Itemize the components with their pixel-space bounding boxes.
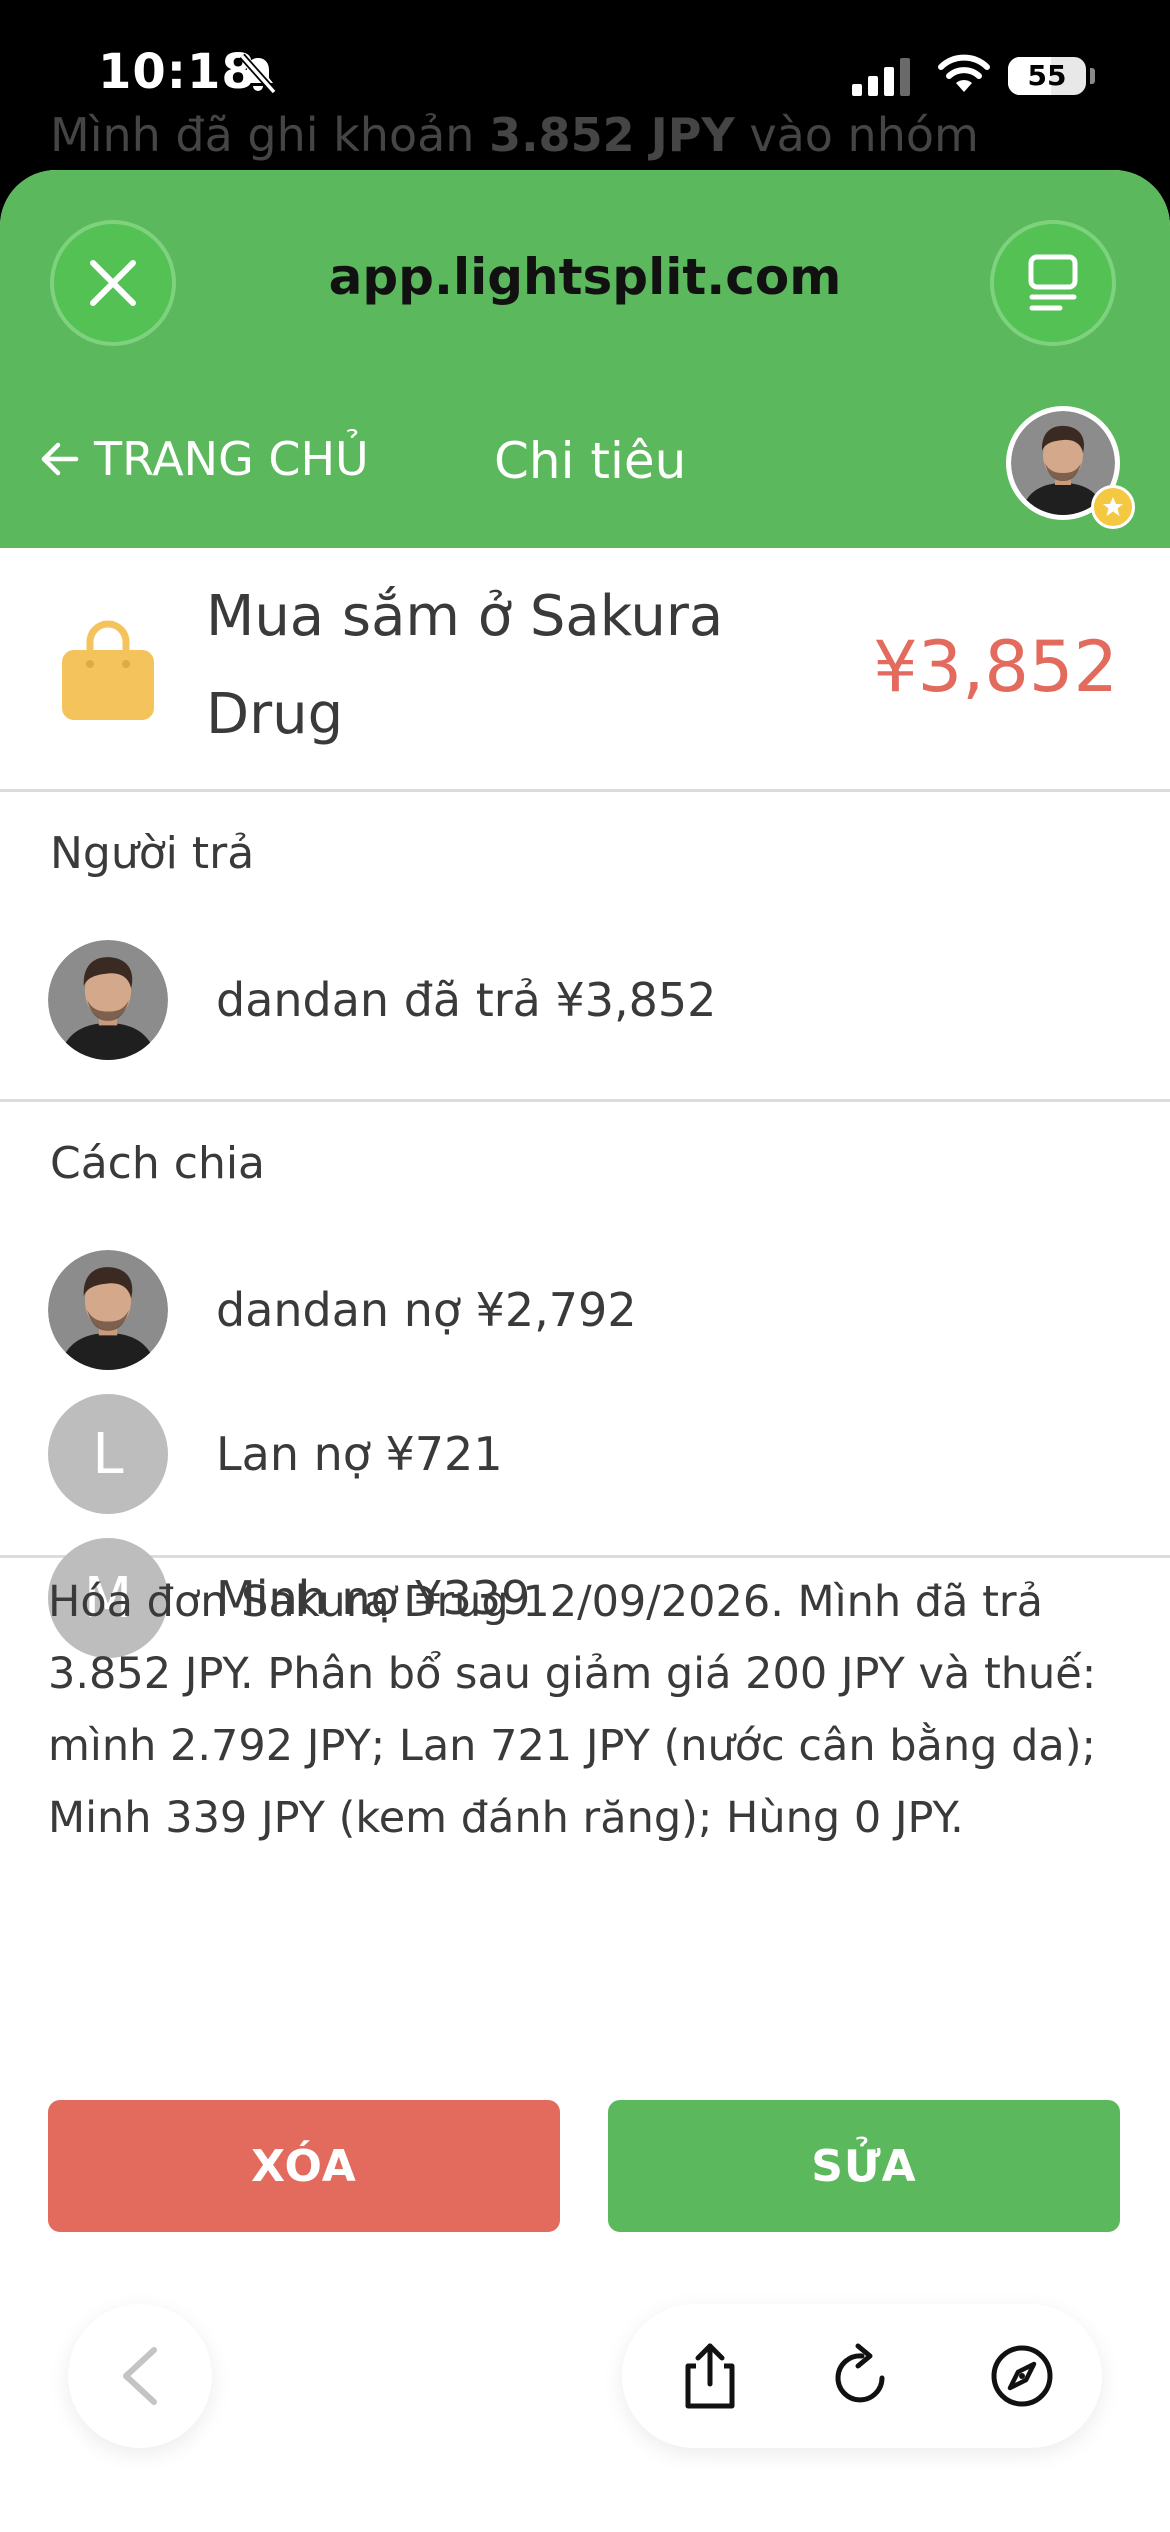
user-avatar-button[interactable]: [1006, 406, 1135, 529]
compass-icon[interactable]: [988, 2342, 1056, 2410]
person-photo-icon: [48, 940, 168, 1060]
star-icon: [1103, 497, 1123, 516]
page-title: Chi tiêu: [494, 432, 687, 490]
edit-button[interactable]: SỬA: [608, 2100, 1120, 2232]
tabs-button[interactable]: [990, 220, 1116, 346]
status-bar: 10:18 55 Mình đã ghi khoản 3.852 JPY vào…: [0, 0, 1170, 162]
chevron-left-icon: [123, 2347, 157, 2405]
split-section: Cách chia dandan nợ ¥2,792 L Lan nợ ¥721…: [0, 1102, 1170, 1658]
payer-text: dandan đã trả ¥3,852: [216, 973, 717, 1027]
split-section-title: Cách chia: [50, 1138, 266, 1189]
bell-slash-icon: [239, 53, 277, 95]
screen: 10:18 55 Mình đã ghi khoản 3.852 JPY vào…: [0, 0, 1170, 2532]
background-message-amount: 3.852 JPY: [489, 108, 735, 162]
expense-title: Mua sắm ở Sakura Drug: [206, 584, 724, 747]
avatar: [48, 940, 168, 1060]
split-row: dandan nợ ¥2,792: [48, 1250, 1118, 1370]
payer-section-title: Người trả: [50, 828, 255, 879]
background-message: Mình đã ghi khoản 3.852 JPY vào nhóm: [50, 108, 979, 162]
expense-amount: ¥3,852: [873, 626, 1118, 708]
browser-back-button[interactable]: [68, 2304, 212, 2448]
browser-sheet: app.lightsplit.com TRANG CHỦ Chi tiêu Mu…: [0, 170, 1170, 2532]
app-header: app.lightsplit.com TRANG CHỦ Chi tiêu: [0, 170, 1170, 548]
back-home-label: TRANG CHỦ: [94, 432, 369, 486]
split-text: dandan nợ ¥2,792: [216, 1283, 637, 1337]
battery-percentage: 55: [1027, 59, 1067, 92]
star-badge-icon: [1091, 485, 1135, 529]
split-text: Lan nợ ¥721: [216, 1427, 503, 1481]
background-message-prefix: Mình đã ghi khoản: [50, 108, 490, 162]
cellular-signal-icon: [852, 58, 910, 96]
payer-section: Người trả dandan đã trả ¥3,852: [0, 792, 1170, 1102]
background-message-suffix: vào nhóm: [734, 108, 979, 162]
reload-icon[interactable]: [828, 2342, 896, 2410]
share-icon[interactable]: [676, 2342, 744, 2410]
back-home-link[interactable]: TRANG CHỦ: [40, 432, 369, 486]
letter-avatar: L: [48, 1394, 168, 1514]
arrow-left-icon: [41, 442, 79, 476]
split-row: L Lan nợ ¥721: [48, 1394, 1118, 1514]
battery-indicator: 55: [1008, 57, 1086, 95]
status-time: 10:18: [98, 44, 256, 100]
avatar: [48, 1250, 168, 1370]
browser-toolbar: [622, 2304, 1102, 2448]
wifi-icon: [938, 54, 990, 92]
delete-button[interactable]: XÓA: [48, 2100, 560, 2232]
expense-header: Mua sắm ở Sakura Drug ¥3,852: [0, 548, 1170, 792]
person-photo-icon: [48, 1250, 168, 1370]
expense-note: Hóa đơn Sakura Drug 12/09/2026. Mình đã …: [48, 1577, 1097, 1843]
shopping-bag-icon: [62, 620, 154, 720]
tabs-icon: [1028, 254, 1078, 311]
payer-row: dandan đã trả ¥3,852: [48, 940, 1118, 1060]
battery-nub: [1090, 68, 1095, 84]
